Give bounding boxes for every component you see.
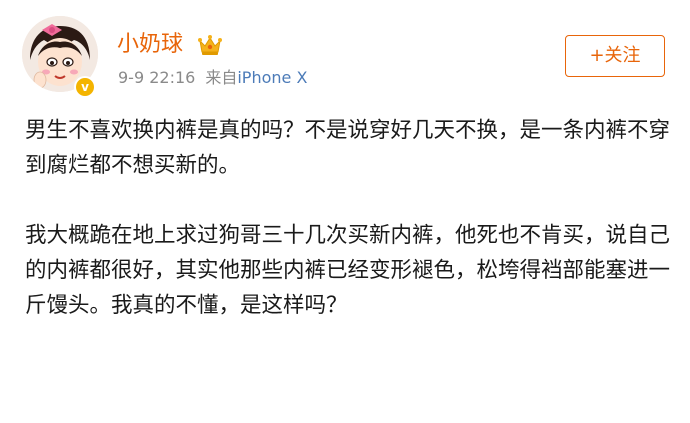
follow-button[interactable]: +关注	[565, 35, 665, 77]
post-timestamp: 9-9 22:16	[118, 68, 196, 87]
source-label: 来自	[205, 68, 238, 87]
crown-vip-icon	[198, 35, 222, 55]
source-device-link[interactable]: iPhone X	[237, 68, 307, 87]
post-paragraph: 男生不喜欢换内裤是真的吗？不是说穿好几天不换，是一条内裤不穿到腐烂都不想买新的。	[25, 118, 671, 178]
verified-badge-icon: v	[74, 76, 96, 98]
username[interactable]: 小奶球	[117, 34, 183, 56]
post-paragraph: 我大概跪在地上求过狗哥三十几次买新内裤，他死也不肯买，说自己的内裤都很好，其实他…	[25, 223, 671, 318]
post-body: 男生不喜欢换内裤是真的吗？不是说穿好几天不换，是一条内裤不穿到腐烂都不想买新的。…	[25, 113, 675, 323]
post-meta: 9-9 22:16 来自iPhone X	[118, 70, 307, 86]
